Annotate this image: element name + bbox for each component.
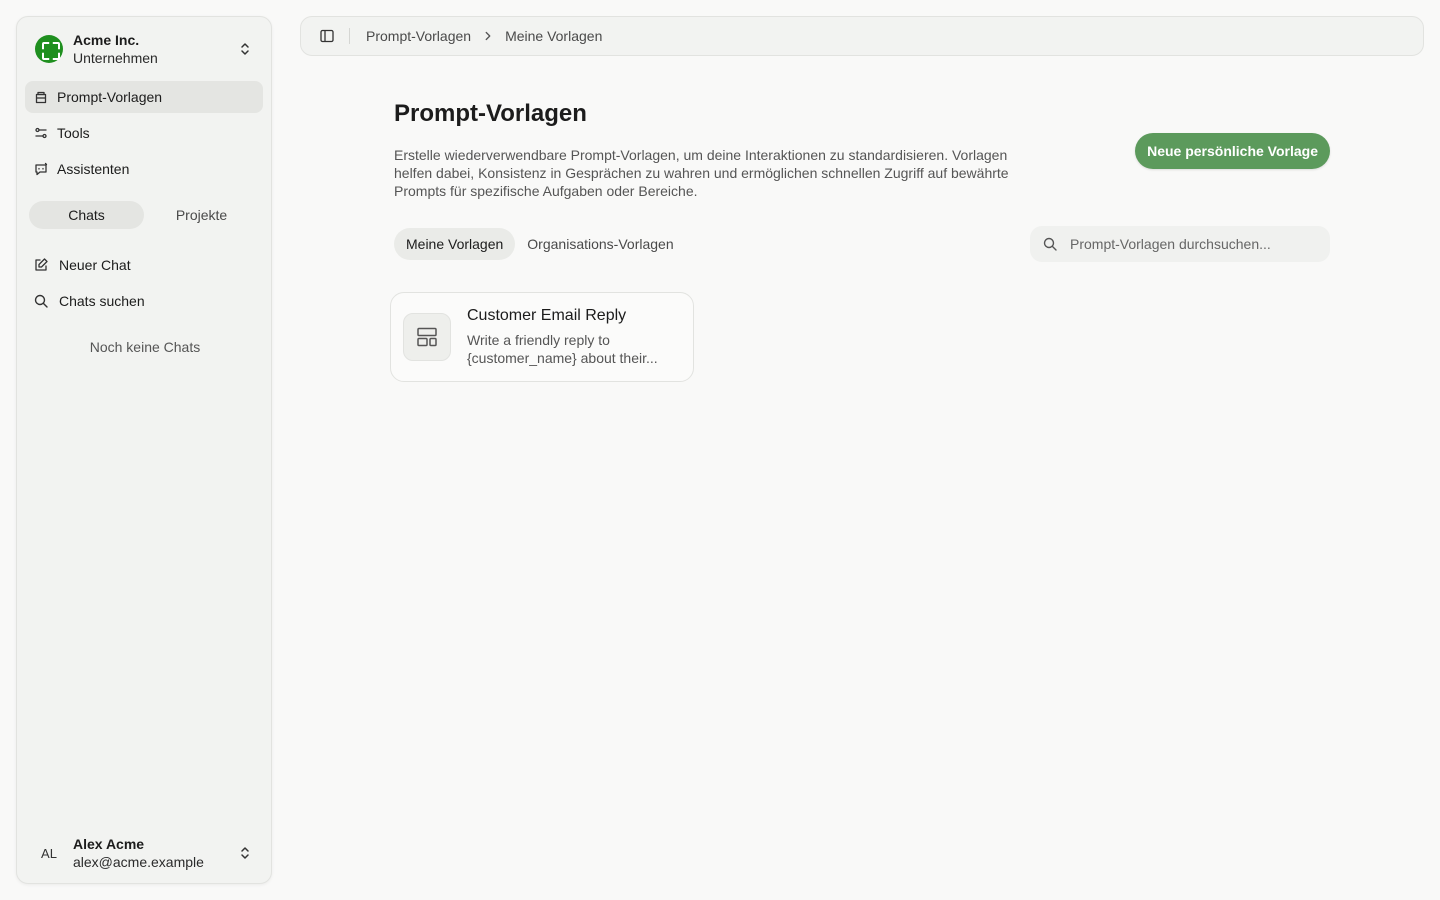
search-icon — [34, 294, 48, 308]
segment-projects[interactable]: Projekte — [144, 201, 259, 229]
tab-org-templates[interactable]: Organisations-Vorlagen — [515, 228, 685, 260]
no-chats-text: Noch keine Chats — [89, 339, 201, 355]
sidebar-item-label: Assistenten — [57, 161, 130, 177]
sidebar-item-assistants[interactable]: Assistenten — [25, 153, 263, 185]
org-type: Unternehmen — [73, 50, 158, 66]
chevrons-up-down-icon — [241, 43, 249, 55]
sidebar-item-label: Prompt-Vorlagen — [57, 89, 163, 105]
main-content: Prompt-Vorlagen Erstelle wiederverwendba… — [390, 100, 1330, 382]
template-tabs: Meine Vorlagen Organisations-Vorlagen — [394, 228, 686, 260]
chevron-right-icon — [485, 31, 491, 41]
page-description: Erstelle wiederverwendbare Prompt-Vorlag… — [394, 147, 1009, 199]
sidebar-nav: Prompt-Vorlagen Tools Assistenten — [25, 81, 263, 189]
sidebar-item-label: Tools — [57, 125, 90, 141]
search-input[interactable] — [1070, 236, 1310, 252]
new-chat-label: Neuer Chat — [59, 257, 131, 273]
avatar: AL — [41, 845, 57, 861]
breadcrumb-current: Meine Vorlagen — [505, 28, 603, 44]
sidebar: Acme Inc. Unternehmen Prompt-Vorlagen To… — [16, 16, 272, 884]
edit-icon — [35, 258, 48, 271]
user-name: Alex Acme — [73, 836, 145, 852]
divider — [349, 28, 350, 44]
chat-actions: Neuer Chat Chats suchen — [25, 249, 263, 321]
segment-chats[interactable]: Chats — [29, 201, 144, 229]
template-card-description: Write a friendly reply to {customer_name… — [467, 332, 658, 366]
template-search — [1030, 226, 1330, 262]
bot-icon — [35, 162, 48, 176]
template-card-icon-box — [403, 313, 451, 361]
org-logo-icon — [35, 35, 63, 63]
template-card-title: Customer Email Reply — [467, 307, 627, 324]
search-icon — [1043, 237, 1057, 251]
layout-template-icon — [417, 327, 437, 347]
tab-my-templates[interactable]: Meine Vorlagen — [394, 228, 516, 260]
new-chat-button[interactable]: Neuer Chat — [25, 249, 263, 281]
sidebar-toggle-icon[interactable] — [319, 28, 335, 44]
org-name: Acme Inc. — [73, 32, 140, 48]
template-card[interactable]: Customer Email Reply Write a friendly re… — [390, 292, 694, 382]
new-personal-template-button[interactable]: Neue persönliche Vorlage — [1135, 133, 1330, 169]
top-bar: Prompt-Vorlagen Meine Vorlagen — [300, 16, 1424, 56]
search-chats-button[interactable]: Chats suchen — [25, 285, 263, 317]
org-switcher[interactable]: Acme Inc. Unternehmen — [25, 25, 263, 73]
chevrons-up-down-icon — [241, 847, 249, 859]
sliders-icon — [35, 127, 47, 139]
user-email: alex@acme.example — [73, 854, 204, 870]
breadcrumb-root[interactable]: Prompt-Vorlagen — [366, 28, 471, 44]
search-chats-label: Chats suchen — [59, 293, 145, 309]
stack-icon — [35, 91, 47, 104]
sidebar-item-tools[interactable]: Tools — [25, 117, 263, 149]
chats-projects-toggle: Chats Projekte — [29, 201, 259, 229]
page-title: Prompt-Vorlagen — [394, 100, 587, 127]
user-menu[interactable]: AL Alex Acme alex@acme.example — [25, 829, 263, 877]
sidebar-item-prompt-templates[interactable]: Prompt-Vorlagen — [25, 81, 263, 113]
